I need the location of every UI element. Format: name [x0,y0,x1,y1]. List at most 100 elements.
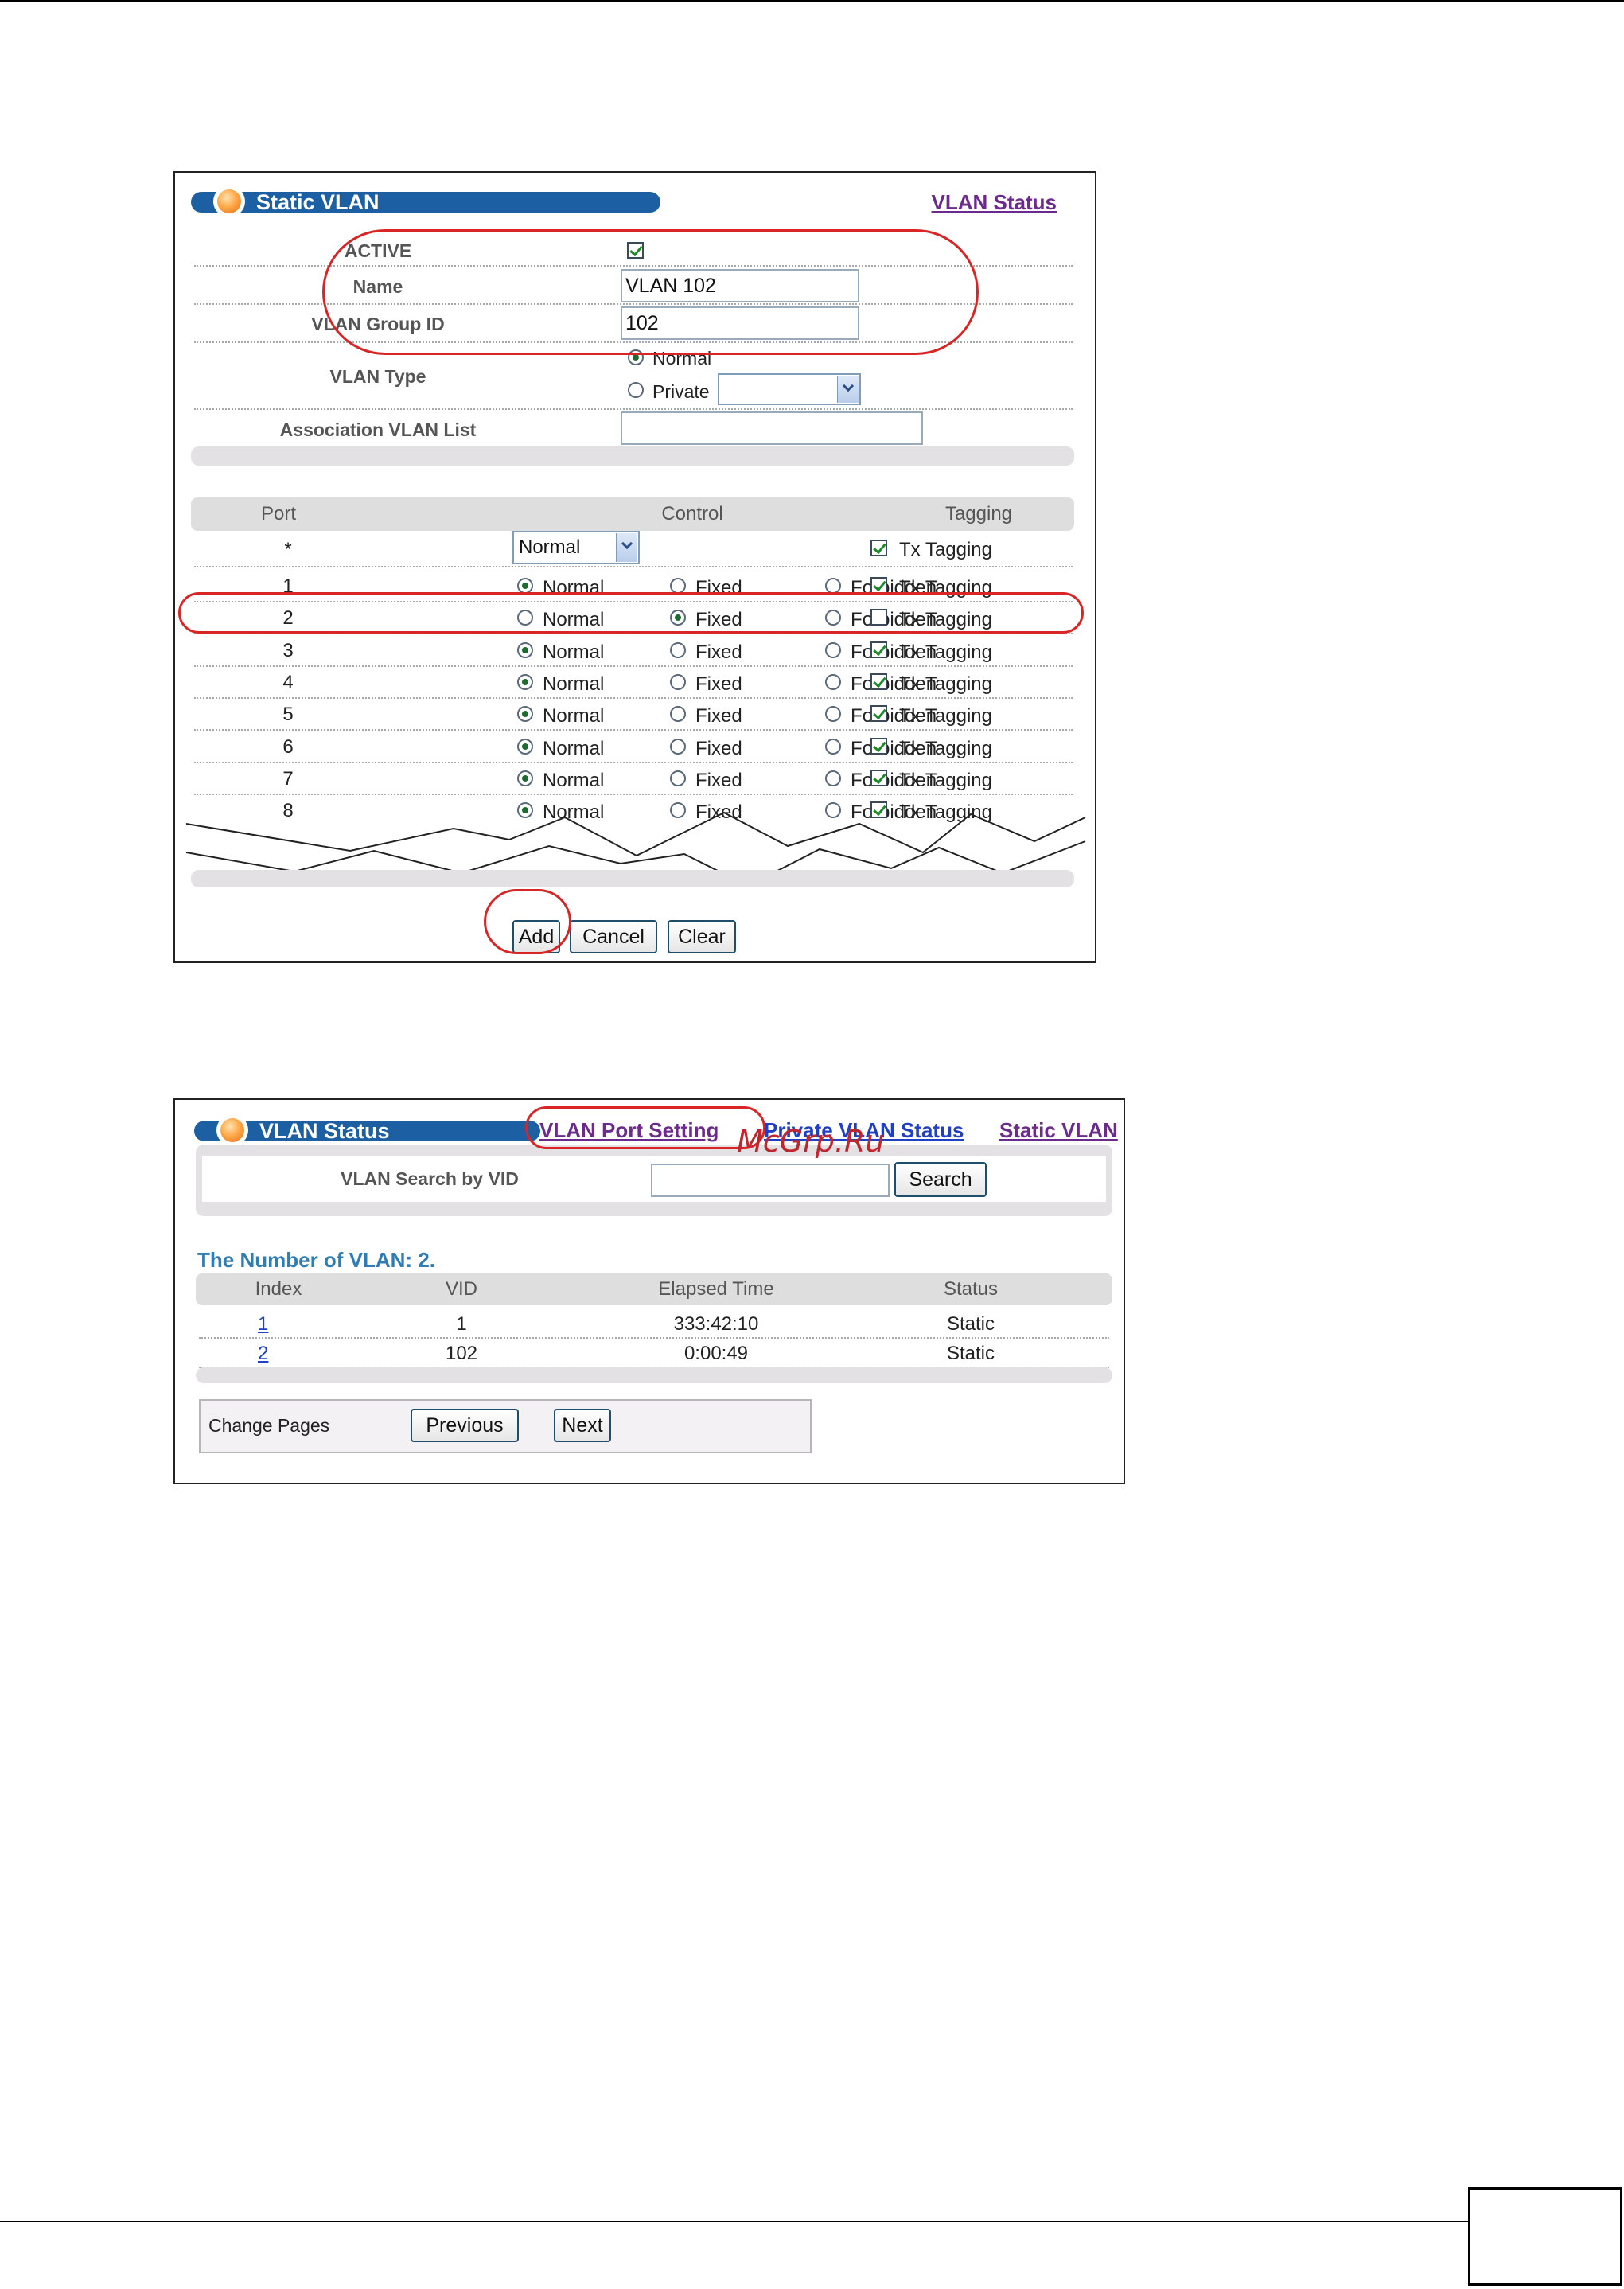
vlan-index-link[interactable]: 1 [258,1313,268,1336]
change-pages-label: Change Pages [208,1415,330,1436]
vlan-status-value: Static [946,1343,995,1364]
port-control-forbidden-radio[interactable] [825,578,841,594]
port-control-fixed-radio[interactable] [670,770,686,786]
port-control-forbidden-radio[interactable] [825,770,841,786]
torn-edge-graphic [185,811,1086,887]
port-control-fixed-label: Fixed [695,769,742,791]
port-control-normal-radio[interactable] [517,738,533,755]
port-number: 4 [282,671,294,693]
port-control-forbidden-radio[interactable] [825,706,841,723]
row-divider [194,761,1073,763]
association-vlan-list-label: Association VLAN List [279,419,477,440]
chevron-down-icon [837,376,859,403]
row-divider [194,696,1073,699]
cancel-button[interactable]: Cancel [570,920,657,953]
vlan-vid: 1 [456,1313,467,1335]
vid-header: VID [445,1278,477,1300]
row-divider [194,729,1073,731]
port-control-normal-radio[interactable] [517,641,533,658]
port-control-fixed-radio[interactable] [670,706,686,723]
vlan-count-text: The Number of VLAN: 2. [197,1248,436,1272]
port-control-forbidden-radio[interactable] [825,641,841,658]
port-tx-tagging-label: Tx Tagging [899,673,992,695]
port-control-fixed-radio[interactable] [670,578,686,594]
static-vlan-link[interactable]: Static VLAN [999,1118,1118,1143]
vlan-status-value: Static [946,1313,995,1335]
vlan-elapsed-time: 0:00:49 [683,1343,749,1364]
all-ports-tx-tagging-label: Tx Tagging [899,539,992,560]
index-header: Index [255,1278,302,1300]
vlan-status-panel: VLAN Status VLAN Port Setting Private VL… [173,1098,1125,1484]
status-header: Status [943,1278,999,1300]
vlan-search-input[interactable] [651,1164,890,1197]
page-number-box [1468,2187,1622,2286]
association-vlan-list-input[interactable] [621,411,923,445]
port-control-normal-radio[interactable] [517,706,533,723]
private-vlan-select[interactable] [718,373,861,405]
vlan-type-private-label: Private [652,381,710,402]
port-tx-tagging-checkbox[interactable] [870,641,887,658]
search-button[interactable]: Search [894,1162,987,1197]
all-ports-symbol: * [284,539,292,560]
next-button[interactable]: Next [554,1409,611,1442]
port-tx-tagging-label: Tx Tagging [899,641,992,663]
port-control-normal-label: Normal [543,673,605,695]
port-tx-tagging-checkbox[interactable] [870,705,887,723]
port-control-normal-radio[interactable] [517,673,533,690]
vlan-type-label: VLAN Type [329,366,426,387]
port-tx-tagging-label: Tx Tagging [899,705,992,727]
port-header: Port [260,503,296,524]
previous-button[interactable]: Previous [411,1409,519,1442]
port-number: 7 [282,767,294,790]
all-ports-control-value: Normal [519,536,581,558]
port-number: 6 [282,735,294,758]
callout-port-2-row [178,592,1084,634]
port-tx-tagging-checkbox[interactable] [870,673,887,690]
clear-button[interactable]: Clear [668,920,736,953]
port-control-fixed-label: Fixed [695,737,742,759]
watermark-text: McGrp.Ru [737,1124,885,1159]
tagging-header: Tagging [944,503,1013,524]
table-footer-band [191,870,1074,887]
port-control-fixed-radio[interactable] [670,738,686,755]
row-divider [194,408,1073,410]
all-ports-tx-tagging-checkbox[interactable] [870,540,887,556]
top-rule [0,0,1624,2]
static-vlan-title-bar: Static VLAN [191,185,660,217]
port-control-forbidden-radio[interactable] [825,738,841,755]
port-control-fixed-radio[interactable] [670,641,686,658]
bottom-rule [0,2221,1468,2222]
port-tx-tagging-checkbox[interactable] [870,577,887,594]
torn-edge-line-upper [185,811,1086,857]
port-number: 3 [282,639,294,661]
vlan-status-title: VLAN Status [259,1118,390,1143]
callout-add-button [484,889,571,954]
vlan-type-private-radio[interactable] [628,382,644,398]
callout-vlan-port-setting [525,1106,765,1149]
vlan-search-label: VLAN Search by VID [341,1168,519,1189]
row-divider [199,1337,1109,1339]
vlan-status-link[interactable]: VLAN Status [932,190,1057,215]
vlan-index-link[interactable]: 2 [258,1343,268,1365]
port-control-fixed-label: Fixed [695,705,742,727]
port-control-normal-label: Normal [543,641,605,663]
row-divider [194,665,1073,667]
vlan-vid: 102 [445,1343,478,1364]
vlan-elapsed-time: 333:42:10 [673,1313,759,1335]
all-ports-control-select[interactable]: Normal [512,531,640,564]
port-control-fixed-radio[interactable] [670,673,686,690]
port-tx-tagging-label: Tx Tagging [899,769,992,791]
port-tx-tagging-checkbox[interactable] [870,737,887,755]
port-control-normal-radio[interactable] [517,578,533,594]
elapsed-time-header: Elapsed Time [658,1278,774,1300]
port-tx-tagging-checkbox[interactable] [870,769,887,786]
port-control-normal-radio[interactable] [517,770,533,786]
static-vlan-title: Static VLAN [256,189,380,214]
port-control-forbidden-radio[interactable] [825,673,841,690]
control-header: Control [661,503,723,524]
chevron-down-icon [616,533,637,562]
port-control-fixed-label: Fixed [695,641,742,663]
port-control-normal-label: Normal [543,705,605,727]
port-control-normal-label: Normal [543,737,605,759]
port-number: 5 [282,704,294,726]
